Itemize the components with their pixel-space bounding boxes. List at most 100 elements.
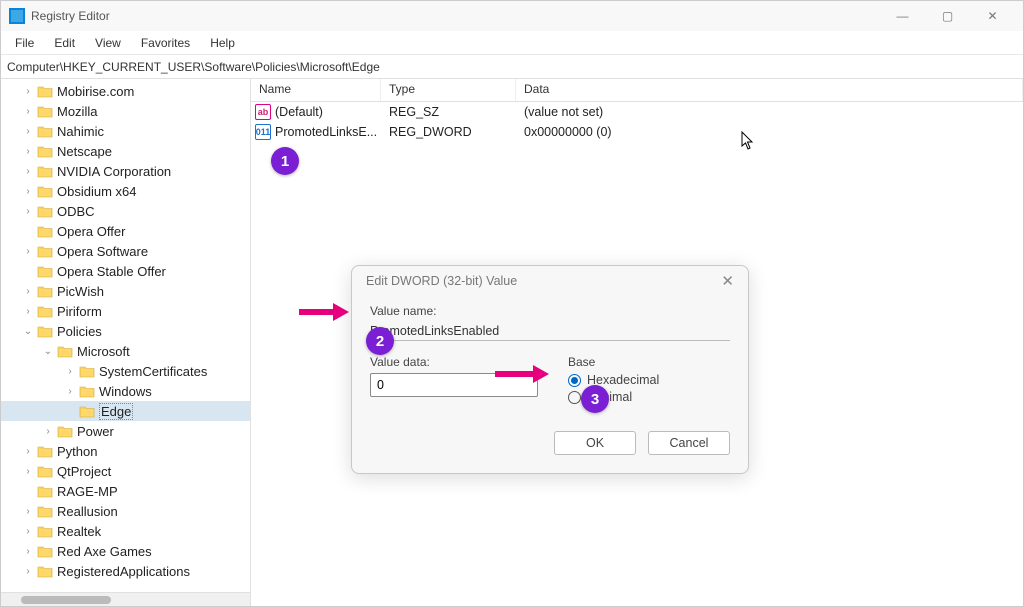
tree-item-policies[interactable]: ⌄ Policies bbox=[1, 321, 250, 341]
tree-item-opera-software[interactable]: ›Opera Software bbox=[1, 241, 250, 261]
folder-icon bbox=[57, 345, 73, 358]
chevron-right-icon[interactable]: › bbox=[21, 524, 35, 538]
chevron-right-icon[interactable]: › bbox=[21, 164, 35, 178]
tree-item-systemcertificates[interactable]: › SystemCertificates bbox=[1, 361, 250, 381]
tree-item-netscape[interactable]: ›Netscape bbox=[1, 141, 250, 161]
chevron-down-icon[interactable]: ⌄ bbox=[41, 344, 55, 358]
value-data: 0x00000000 (0) bbox=[516, 125, 1023, 139]
chevron-right-icon[interactable]: › bbox=[41, 424, 55, 438]
folder-icon bbox=[37, 85, 53, 98]
folder-icon bbox=[37, 145, 53, 158]
chevron-right-icon[interactable]: › bbox=[21, 544, 35, 558]
folder-icon bbox=[37, 205, 53, 218]
header-name[interactable]: Name bbox=[251, 79, 381, 101]
menu-view[interactable]: View bbox=[85, 34, 131, 52]
chevron-right-icon[interactable]: › bbox=[21, 104, 35, 118]
string-value-icon: ab bbox=[255, 104, 271, 120]
tree-item-reallusion[interactable]: › Reallusion bbox=[1, 501, 250, 521]
menu-edit[interactable]: Edit bbox=[44, 34, 85, 52]
tree-item-mobirise-com[interactable]: ›Mobirise.com bbox=[1, 81, 250, 101]
dialog-close-icon[interactable]: ✕ bbox=[721, 272, 734, 290]
dialog-title-text: Edit DWORD (32-bit) Value bbox=[366, 274, 517, 288]
value-name-field[interactable] bbox=[370, 322, 730, 341]
chevron-right-icon[interactable]: › bbox=[21, 444, 35, 458]
chevron-right-icon[interactable]: › bbox=[21, 204, 35, 218]
folder-icon bbox=[37, 225, 53, 238]
titlebar[interactable]: Registry Editor — ▢ ✕ bbox=[1, 1, 1023, 31]
menu-favorites[interactable]: Favorites bbox=[131, 34, 200, 52]
value-name-label: Value name: bbox=[370, 304, 730, 318]
base-label: Base bbox=[568, 355, 730, 369]
close-button[interactable]: ✕ bbox=[970, 1, 1015, 31]
header-data[interactable]: Data bbox=[516, 79, 1023, 101]
chevron-right-icon[interactable]: › bbox=[21, 124, 35, 138]
value-row[interactable]: ab(Default)REG_SZ(value not set) bbox=[251, 102, 1023, 122]
chevron-right-icon[interactable]: › bbox=[21, 184, 35, 198]
tree-item-red-axe-games[interactable]: ›Red Axe Games bbox=[1, 541, 250, 561]
tree-item-nahimic[interactable]: ›Nahimic bbox=[1, 121, 250, 141]
tree-label: RegisteredApplications bbox=[57, 564, 190, 579]
tree-label: Reallusion bbox=[57, 504, 118, 519]
list-header: Name Type Data bbox=[251, 79, 1023, 102]
tree-label: PicWish bbox=[57, 284, 104, 299]
value-name: PromotedLinksE... bbox=[275, 125, 377, 139]
tree-item-opera-stable-offer[interactable]: ›Opera Stable Offer bbox=[1, 261, 250, 281]
chevron-right-icon[interactable]: › bbox=[21, 564, 35, 578]
tree-item-windows[interactable]: › Windows bbox=[1, 381, 250, 401]
folder-icon bbox=[37, 125, 53, 138]
scrollbar-thumb[interactable] bbox=[21, 596, 111, 604]
tree-label: Opera Offer bbox=[57, 224, 125, 239]
tree-item-nvidia-corporation[interactable]: › NVIDIA Corporation bbox=[1, 161, 250, 181]
tree-item-picwish[interactable]: › PicWish bbox=[1, 281, 250, 301]
list-body: ab(Default)REG_SZ(value not set)011Promo… bbox=[251, 102, 1023, 142]
dialog-titlebar[interactable]: Edit DWORD (32-bit) Value ✕ bbox=[352, 266, 748, 296]
cancel-button[interactable]: Cancel bbox=[648, 431, 730, 455]
tree-label: Policies bbox=[57, 324, 102, 339]
menu-help[interactable]: Help bbox=[200, 34, 245, 52]
tree-item-odbc[interactable]: ›ODBC bbox=[1, 201, 250, 221]
folder-icon bbox=[37, 325, 53, 338]
menu-file[interactable]: File bbox=[5, 34, 44, 52]
minimize-button[interactable]: — bbox=[880, 1, 925, 31]
tree-item-mozilla[interactable]: ›Mozilla bbox=[1, 101, 250, 121]
chevron-right-icon[interactable]: › bbox=[21, 504, 35, 518]
address-bar[interactable]: Computer\HKEY_CURRENT_USER\Software\Poli… bbox=[1, 55, 1023, 79]
chevron-right-icon[interactable]: › bbox=[21, 244, 35, 258]
folder-icon bbox=[37, 545, 53, 558]
tree-item-realtek[interactable]: ›Realtek bbox=[1, 521, 250, 541]
chevron-right-icon[interactable]: › bbox=[21, 464, 35, 478]
tree-item-microsoft[interactable]: ⌄Microsoft bbox=[1, 341, 250, 361]
tree-label: QtProject bbox=[57, 464, 111, 479]
chevron-right-icon[interactable]: › bbox=[63, 384, 77, 398]
tree-label: SystemCertificates bbox=[99, 364, 207, 379]
tree-pane[interactable]: ›Mobirise.com›Mozilla›Nahimic›Netscape›N… bbox=[1, 79, 251, 606]
tree-item-obsidium-x64[interactable]: › Obsidium x64 bbox=[1, 181, 250, 201]
chevron-right-icon[interactable]: › bbox=[21, 284, 35, 298]
value-row[interactable]: 011PromotedLinksE...REG_DWORD0x00000000 … bbox=[251, 122, 1023, 142]
horizontal-scrollbar[interactable] bbox=[1, 592, 250, 606]
window-title: Registry Editor bbox=[31, 9, 880, 23]
tree-item-rage-mp[interactable]: ›RAGE-MP bbox=[1, 481, 250, 501]
window-controls: — ▢ ✕ bbox=[880, 1, 1015, 31]
maximize-button[interactable]: ▢ bbox=[925, 1, 970, 31]
tree-label: NVIDIA Corporation bbox=[57, 164, 171, 179]
tree-item-qtproject[interactable]: › QtProject bbox=[1, 461, 250, 481]
ok-button[interactable]: OK bbox=[554, 431, 636, 455]
chevron-right-icon[interactable]: › bbox=[21, 84, 35, 98]
tree-item-opera-offer[interactable]: ›Opera Offer bbox=[1, 221, 250, 241]
folder-icon bbox=[37, 265, 53, 278]
header-type[interactable]: Type bbox=[381, 79, 516, 101]
folder-icon bbox=[37, 485, 53, 498]
tree-item-registeredapplications[interactable]: › RegisteredApplications bbox=[1, 561, 250, 581]
chevron-right-icon[interactable]: › bbox=[21, 304, 35, 318]
chevron-right-icon[interactable]: › bbox=[63, 364, 77, 378]
chevron-down-icon[interactable]: ⌄ bbox=[21, 324, 35, 338]
chevron-right-icon[interactable]: › bbox=[21, 144, 35, 158]
tree-item-python[interactable]: ›Python bbox=[1, 441, 250, 461]
annotation-badge-1: 1 bbox=[271, 147, 299, 175]
tree-item-edge[interactable]: ›Edge bbox=[1, 401, 250, 421]
tree-item-power[interactable]: ›Power bbox=[1, 421, 250, 441]
tree-label: Windows bbox=[99, 384, 152, 399]
tree-label: Obsidium x64 bbox=[57, 184, 136, 199]
tree-item-piriform[interactable]: ›Piriform bbox=[1, 301, 250, 321]
